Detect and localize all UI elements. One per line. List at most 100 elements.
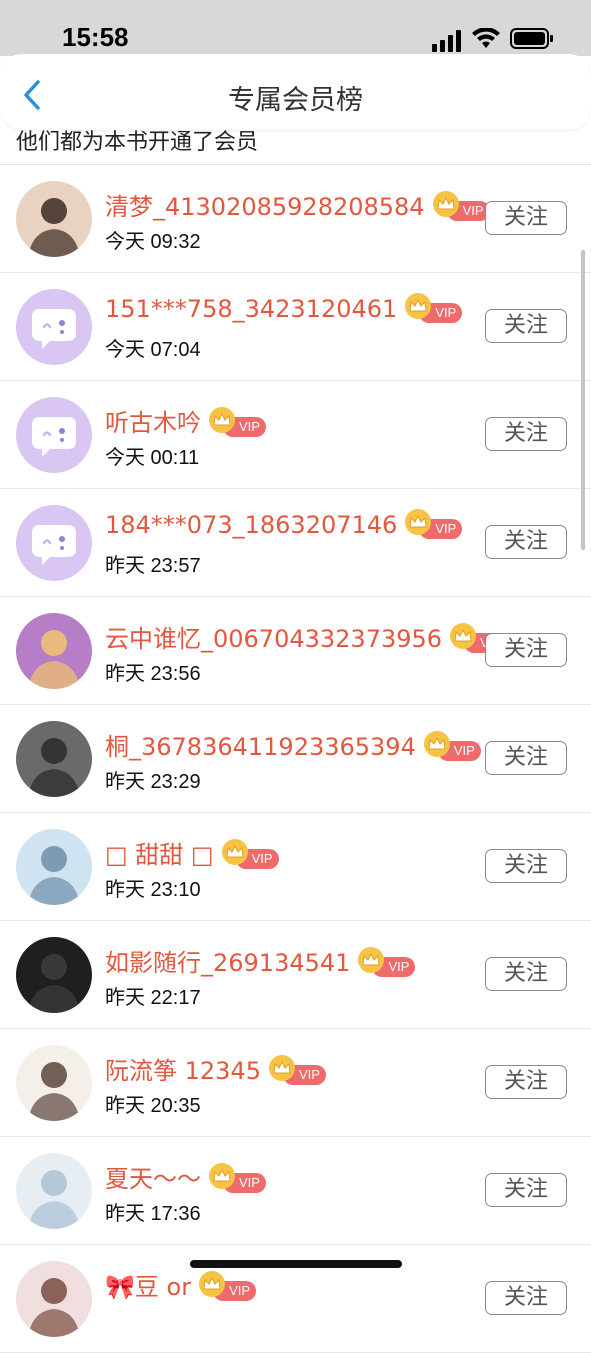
vip-badge: VIP [221, 839, 279, 869]
follow-button[interactable]: 关注 [485, 309, 567, 343]
member-name-text: □ 甜甜 □ [105, 841, 214, 869]
vip-badge: VIP [209, 407, 266, 437]
home-indicator[interactable] [190, 1260, 402, 1268]
avatar-image [16, 829, 92, 905]
follow-button[interactable]: 关注 [485, 957, 567, 991]
vip-badge: VIP [199, 1271, 257, 1301]
member-time: 昨天 23:56 [105, 663, 201, 685]
page-title: 专属会员榜 [228, 85, 363, 116]
chat-bubble-icon [32, 309, 76, 349]
avatar-image [16, 1045, 92, 1121]
member-name[interactable]: 151***758_3423120461 VIP [105, 293, 463, 323]
member-time: 昨天 20:35 [105, 1095, 201, 1117]
follow-button[interactable]: 关注 [485, 849, 567, 883]
avatar-image [16, 181, 92, 257]
member-name[interactable]: 桐_367836411923365394 VIP [105, 727, 481, 762]
avatar[interactable] [16, 181, 92, 257]
member-time: 今天 09:32 [105, 231, 201, 253]
nav-bar: 专属会员榜 [0, 54, 591, 130]
member-name-text: 夏天～～ [105, 1165, 201, 1193]
member-row[interactable]: □ 甜甜 □ VIP 昨天 23:10 关注 [0, 813, 591, 921]
member-time: 今天 00:11 [105, 447, 200, 469]
member-list: 清梦_41302085928208584 VIP 今天 09:32 关注 151***7… [0, 165, 591, 1353]
chat-bubble-icon [32, 417, 76, 457]
avatar-image [16, 721, 92, 797]
status-bar: 15:58 [0, 0, 591, 56]
member-time: 昨天 23:57 [105, 555, 201, 577]
avatar-image [16, 613, 92, 689]
battery-icon [510, 28, 553, 49]
member-name[interactable]: 如影随行_269134541 VIP [105, 943, 416, 978]
vip-badge: VIP [423, 731, 481, 761]
crown-icon [209, 1163, 235, 1189]
crown-icon [199, 1271, 226, 1297]
member-time: 昨天 17:36 [105, 1203, 201, 1225]
member-row[interactable]: 184***073_1863207146 VIP 昨天 23:57 关注 [0, 489, 591, 597]
follow-button[interactable]: 关注 [485, 201, 567, 235]
avatar[interactable] [16, 937, 92, 1013]
vip-badge: VIP [405, 509, 463, 539]
avatar[interactable] [16, 829, 92, 905]
crown-icon [450, 623, 477, 649]
wifi-icon [472, 28, 500, 48]
follow-button[interactable]: 关注 [485, 741, 567, 775]
follow-button[interactable]: 关注 [485, 1173, 567, 1207]
avatar[interactable] [16, 1153, 92, 1229]
member-name-text: 桐_367836411923365394 [105, 733, 416, 761]
member-name[interactable]: □ 甜甜 □ VIP [105, 835, 279, 870]
member-name-text: 阮流筝 12345 [105, 1057, 261, 1085]
default-avatar[interactable] [16, 397, 92, 473]
member-time: 昨天 23:29 [105, 771, 201, 793]
crown-icon [209, 407, 235, 433]
member-name-text: 云中谁忆_006704332373956 [105, 625, 443, 653]
chat-bubble-icon [32, 525, 76, 565]
follow-button[interactable]: 关注 [485, 525, 567, 559]
avatar-image [16, 1153, 92, 1229]
member-name[interactable]: 云中谁忆_006704332373956VIP [105, 619, 508, 654]
follow-button[interactable]: 关注 [485, 1281, 567, 1315]
vip-badge: VIP [405, 293, 463, 323]
default-avatar[interactable] [16, 505, 92, 581]
member-name[interactable]: 清梦_41302085928208584 VIP [105, 187, 490, 222]
avatar-image [16, 1261, 92, 1337]
follow-button[interactable]: 关注 [485, 633, 567, 667]
vip-badge: VIP [432, 191, 490, 221]
crown-icon [423, 731, 450, 757]
vip-badge: VIP [209, 1163, 266, 1193]
member-time: 昨天 23:10 [105, 879, 201, 901]
member-row[interactable]: 阮流筝 12345 VIP 昨天 20:35 关注 [0, 1029, 591, 1137]
member-name[interactable]: 阮流筝 12345 VIP [105, 1051, 326, 1086]
member-row[interactable]: 桐_367836411923365394 VIP 昨天 23:29 关注 [0, 705, 591, 813]
crown-icon [432, 191, 459, 217]
follow-button[interactable]: 关注 [485, 1065, 567, 1099]
member-name-text: 🎀豆 or [105, 1273, 192, 1301]
member-row[interactable]: 云中谁忆_006704332373956VIP 昨天 23:56 关注 [0, 597, 591, 705]
avatar[interactable] [16, 1261, 92, 1337]
avatar[interactable] [16, 721, 92, 797]
scrollbar[interactable] [581, 250, 585, 550]
member-time: 昨天 22:17 [105, 987, 201, 1009]
avatar[interactable] [16, 1045, 92, 1121]
member-name-text: 如影随行_269134541 [105, 949, 351, 977]
status-icons [0, 26, 591, 52]
member-row[interactable]: 151***758_3423120461 VIP 今天 07:04 关注 [0, 273, 591, 381]
member-time: 今天 07:04 [105, 339, 201, 361]
vip-badge: VIP [268, 1055, 326, 1085]
member-row[interactable]: 如影随行_269134541 VIP 昨天 22:17 关注 [0, 921, 591, 1029]
member-row[interactable]: 夏天～～ VIP 昨天 17:36 关注 [0, 1137, 591, 1245]
member-name[interactable]: 夏天～～ VIP [105, 1159, 266, 1194]
member-row[interactable]: 清梦_41302085928208584 VIP 今天 09:32 关注 [0, 165, 591, 273]
follow-button[interactable]: 关注 [485, 417, 567, 451]
member-name-text: 151***758_3423120461 [105, 295, 398, 323]
member-row[interactable]: 听古木吟 VIP 今天 00:11 关注 [0, 381, 591, 489]
avatar-image [16, 937, 92, 1013]
avatar[interactable] [16, 613, 92, 689]
member-name[interactable]: 🎀豆 or VIP [105, 1267, 257, 1302]
vip-badge: VIP [358, 947, 416, 977]
member-name[interactable]: 听古木吟 VIP [105, 403, 266, 438]
member-name[interactable]: 184***073_1863207146 VIP [105, 509, 463, 539]
member-name-text: 184***073_1863207146 [105, 511, 398, 539]
default-avatar[interactable] [16, 289, 92, 365]
member-name-text: 听古木吟 [105, 409, 201, 437]
signal-icon [432, 30, 461, 52]
